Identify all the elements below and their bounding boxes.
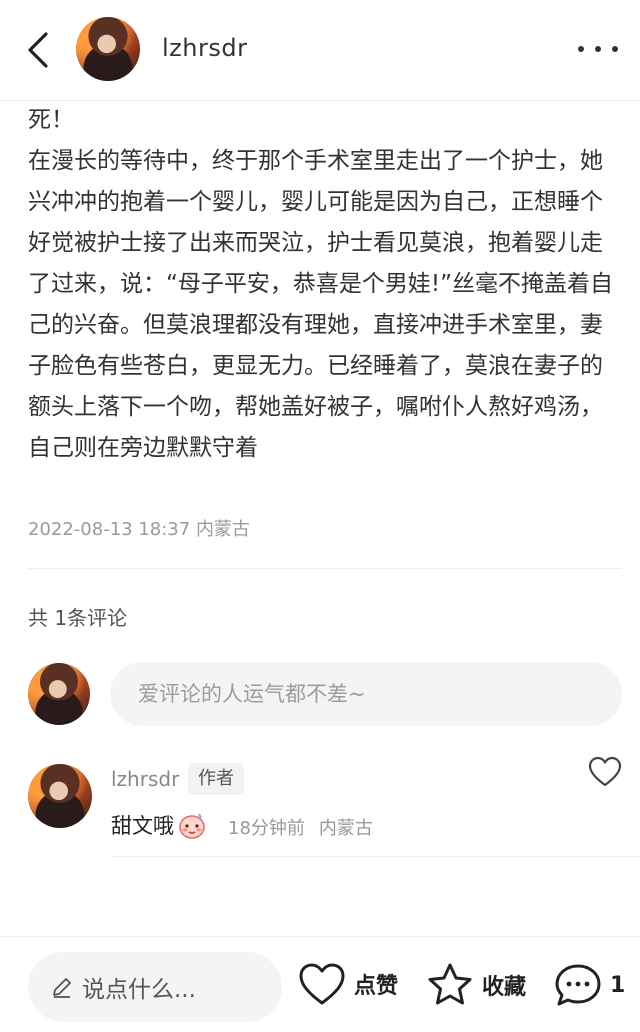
comment-input[interactable] [110,662,622,726]
post-meta: 2022-08-13 18:37 内蒙古 [28,515,250,541]
comment-count-label: 共 1条评论 [28,606,128,630]
author-name[interactable]: lzhrsdr [162,34,247,62]
comment-time: 18分钟前 [228,818,305,839]
heart-icon [299,963,345,1005]
author-badge: 作者 [188,763,244,795]
post-detail-page: lzhrsdr 死！ 在漫长的等待中，终于那个手术室里走出了一个护士，她兴冲冲的… [0,0,640,1032]
favorite-button[interactable]: 收藏 [426,962,526,1008]
comment-text-row: 甜文哦 [111,810,206,840]
post-body-text: 死！ 在漫长的等待中，终于那个手术室里走出了一个护士，她兴冲冲的抱着一个婴儿，婴… [28,107,614,461]
comment-count: 1 [610,972,626,998]
like-button[interactable]: 点赞 [298,962,398,1006]
say-something-placeholder: 说点什么... [82,977,196,1003]
commenter-name[interactable]: lzhrsdr [111,767,179,791]
post-datetime: 2022-08-13 18:37 [28,519,191,540]
comment-like-button[interactable] [588,756,622,788]
pencil-icon [53,978,71,998]
comment-meta: 18分钟前 内蒙古 [228,814,373,840]
author-avatar[interactable] [76,17,140,81]
comment-text: 甜文哦 [111,814,174,838]
favorite-label: 收藏 [482,975,527,1000]
top-bar: lzhrsdr [0,0,640,101]
comment-button[interactable]: 1 [554,962,625,1008]
post-location: 内蒙古 [195,519,250,540]
current-user-avatar [28,663,90,725]
like-label: 点赞 [354,974,399,999]
blushing-sticker-icon [179,813,205,839]
heart-icon [588,756,622,787]
more-options-button[interactable] [578,36,618,62]
say-something-input[interactable]: 说点什么... [28,952,282,1022]
more-dot-icon [595,46,601,52]
more-dot-icon [578,46,584,52]
commenter-avatar[interactable] [28,764,92,828]
back-button[interactable] [18,28,58,72]
more-dot-icon [612,46,618,52]
star-icon [428,963,472,1005]
comment-location: 内蒙古 [318,818,373,839]
divider [111,856,640,857]
chevron-left-icon [28,32,48,68]
speech-bubble-icon [555,964,601,1006]
divider [28,568,622,569]
